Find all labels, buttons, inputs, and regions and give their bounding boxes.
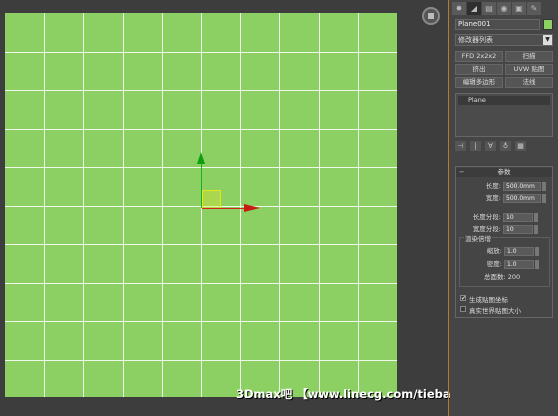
grid-line [5, 90, 397, 91]
edit-poly-button[interactable]: 编辑多边形 [455, 77, 503, 88]
length-segs-spinner[interactable] [534, 213, 538, 222]
render-multipliers-title: 渲染倍增 [464, 233, 492, 243]
motion-icon[interactable]: ◉ [497, 2, 511, 15]
gen-mapping-checkbox[interactable]: ✔ [460, 295, 466, 302]
stop-circle-icon[interactable] [422, 7, 440, 25]
density-field[interactable]: 1.0 [504, 260, 534, 269]
width-label: 宽度: [485, 194, 501, 202]
width-segs-spinner[interactable] [534, 225, 538, 234]
scale-row: 缩放: 1.0 [460, 246, 549, 256]
y-axis-arrow-icon[interactable] [197, 152, 205, 164]
grid-line [319, 13, 320, 397]
length-label: 长度: [485, 182, 501, 190]
scale-label: 缩放: [486, 247, 502, 255]
command-panel-tabs: ✸ ◢ ▤ ◉ ▣ ✎ [452, 2, 556, 15]
gen-mapping-label: 生成贴图坐标 [469, 296, 508, 304]
collapse-icon[interactable]: − [459, 168, 464, 177]
modifier-list-label: 修改器列表 [458, 36, 493, 44]
make-unique-icon[interactable]: ∀ [485, 140, 496, 151]
width-spinner[interactable] [542, 194, 546, 203]
width-field[interactable]: 500.0mm [503, 194, 541, 203]
hierarchy-icon[interactable]: ▤ [482, 2, 496, 15]
density-row: 密度: 1.0 [460, 259, 549, 269]
uvw-map-button[interactable]: UVW 贴图 [505, 64, 553, 75]
length-segs-row: 长度分段: 10 [456, 212, 552, 222]
remove-modifier-icon[interactable]: ♁ [500, 140, 511, 151]
chevron-down-icon[interactable]: ▼ [543, 35, 552, 45]
grid-line [5, 52, 397, 53]
grid-line [5, 360, 397, 361]
grid-line [123, 13, 124, 397]
modifier-stack[interactable]: Plane [455, 93, 553, 137]
pin-icon[interactable]: ⊣ [455, 140, 466, 151]
grid-line [83, 13, 84, 397]
configure-sets-icon[interactable]: ▦ [515, 140, 526, 151]
width-segs-field[interactable]: 10 [503, 225, 533, 234]
grid-line [5, 283, 397, 284]
stack-toolbar: ⊣ | ∀ ♁ ▦ [455, 140, 553, 151]
length-spinner[interactable] [542, 182, 546, 191]
grid-line [162, 13, 163, 397]
x-axis-arrow-icon[interactable] [244, 204, 260, 212]
grid-line [5, 244, 397, 245]
render-multipliers-group: 渲染倍增 缩放: 1.0 密度: 1.0 总面数: 200 [459, 233, 550, 287]
real-world-checkbox[interactable] [460, 306, 466, 312]
sweep-button[interactable]: 扫描 [505, 51, 553, 62]
plane-object[interactable] [5, 13, 397, 397]
object-name-field[interactable]: Plane001 [455, 19, 540, 30]
width-row: 宽度: 500.0mm [456, 193, 552, 203]
create-icon[interactable]: ✸ [452, 2, 466, 15]
move-gizmo-x-axis[interactable] [202, 208, 246, 209]
stack-item-plane[interactable]: Plane [458, 96, 550, 105]
object-color-swatch[interactable] [543, 19, 553, 30]
length-segs-label: 长度分段: [472, 213, 501, 221]
length-field[interactable]: 500.0mm [503, 182, 541, 191]
length-segs-field[interactable]: 10 [503, 213, 533, 222]
viewport-top[interactable]: 3Dmax吧 【www.linecg.com/tieba/1771】 [0, 0, 498, 416]
extrude-button[interactable]: 挤出 [455, 64, 503, 75]
normal-button[interactable]: 法线 [505, 77, 553, 88]
grid-line [358, 13, 359, 397]
utilities-icon[interactable]: ✎ [527, 2, 541, 15]
total-faces-text: 总面数: 200 [484, 273, 521, 281]
rollout-title: 参数 [497, 168, 511, 176]
grid-line [5, 129, 397, 130]
grid-line [5, 321, 397, 322]
display-icon[interactable]: ▣ [512, 2, 526, 15]
move-gizmo-y-axis[interactable] [201, 163, 202, 208]
modify-icon[interactable]: ◢ [467, 2, 481, 15]
real-world-label: 真实世界贴图大小 [469, 307, 521, 315]
parameters-rollout: − 参数 长度: 500.0mm 宽度: 500.0mm 长度分段: 10 宽度… [455, 166, 553, 318]
command-panel: ✸ ◢ ▤ ◉ ▣ ✎ Plane001 修改器列表 ▼ FFD 2x2x2 扫… [450, 0, 558, 416]
scale-spinner[interactable] [535, 247, 539, 256]
modifier-list-dropdown[interactable]: 修改器列表 ▼ [455, 34, 553, 46]
rollout-header[interactable]: − 参数 [456, 168, 552, 177]
density-spinner[interactable] [535, 260, 539, 269]
grid-line [279, 13, 280, 397]
grid-line [44, 13, 45, 397]
panel-divider [448, 0, 449, 416]
scale-field[interactable]: 1.0 [504, 247, 534, 256]
density-label: 密度: [486, 260, 502, 268]
show-end-result-icon[interactable]: | [470, 140, 481, 151]
grid-line [240, 13, 241, 397]
length-row: 长度: 500.0mm [456, 181, 552, 191]
ffd-button[interactable]: FFD 2x2x2 [455, 51, 503, 62]
move-gizmo-plane-handle[interactable] [202, 190, 221, 209]
